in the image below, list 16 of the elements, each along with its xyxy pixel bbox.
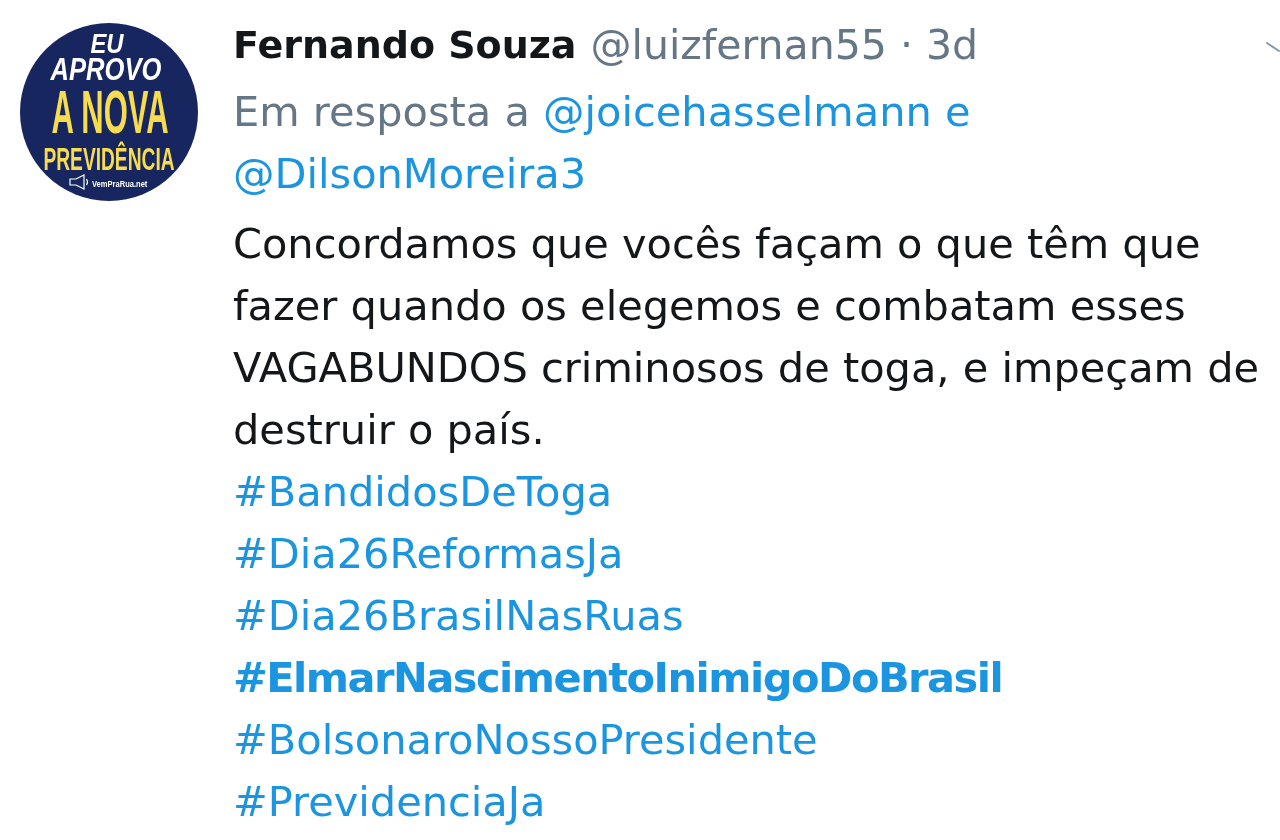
hashtag-link[interactable]: #Dia26ReformasJa (233, 523, 624, 585)
mention-link[interactable]: @joicehasselmann (543, 87, 932, 136)
chevron-icon[interactable] (1266, 42, 1280, 52)
author-name[interactable]: Fernando Souza (233, 14, 577, 76)
megaphone-icon (69, 174, 89, 190)
tweet-text: Concordamos que vocês façam o que têm que fazer quando os elegemos e combatam esses VAGABUNDOS criminosos de toga, e impeçam de destruir o país. (233, 218, 1261, 456)
hashtag-link[interactable]: #Dia26BrasilNasRuas (233, 585, 684, 647)
reply-line: Em resposta a @joicehasselmann e @DilsonMoreira3 (233, 86, 972, 200)
handle-and-time: @luizfernan55 · 3d (590, 20, 979, 71)
hashtag-link[interactable]: #ElmarNascimentoInimigoDoBrasil (233, 647, 1003, 709)
hashtag-link[interactable]: #BolsonaroNossoPresidente (233, 709, 818, 771)
avatar-text: PREVIDÊNCIA (43, 140, 175, 178)
avatar-footer-text: VemPraRua.net (92, 178, 148, 190)
hashtag-link[interactable]: #BandidosDeToga (233, 461, 613, 523)
hashtag-link[interactable]: #PrevidenciaJa (233, 771, 546, 833)
mention-link[interactable]: @DilsonMoreira3 (233, 149, 587, 198)
